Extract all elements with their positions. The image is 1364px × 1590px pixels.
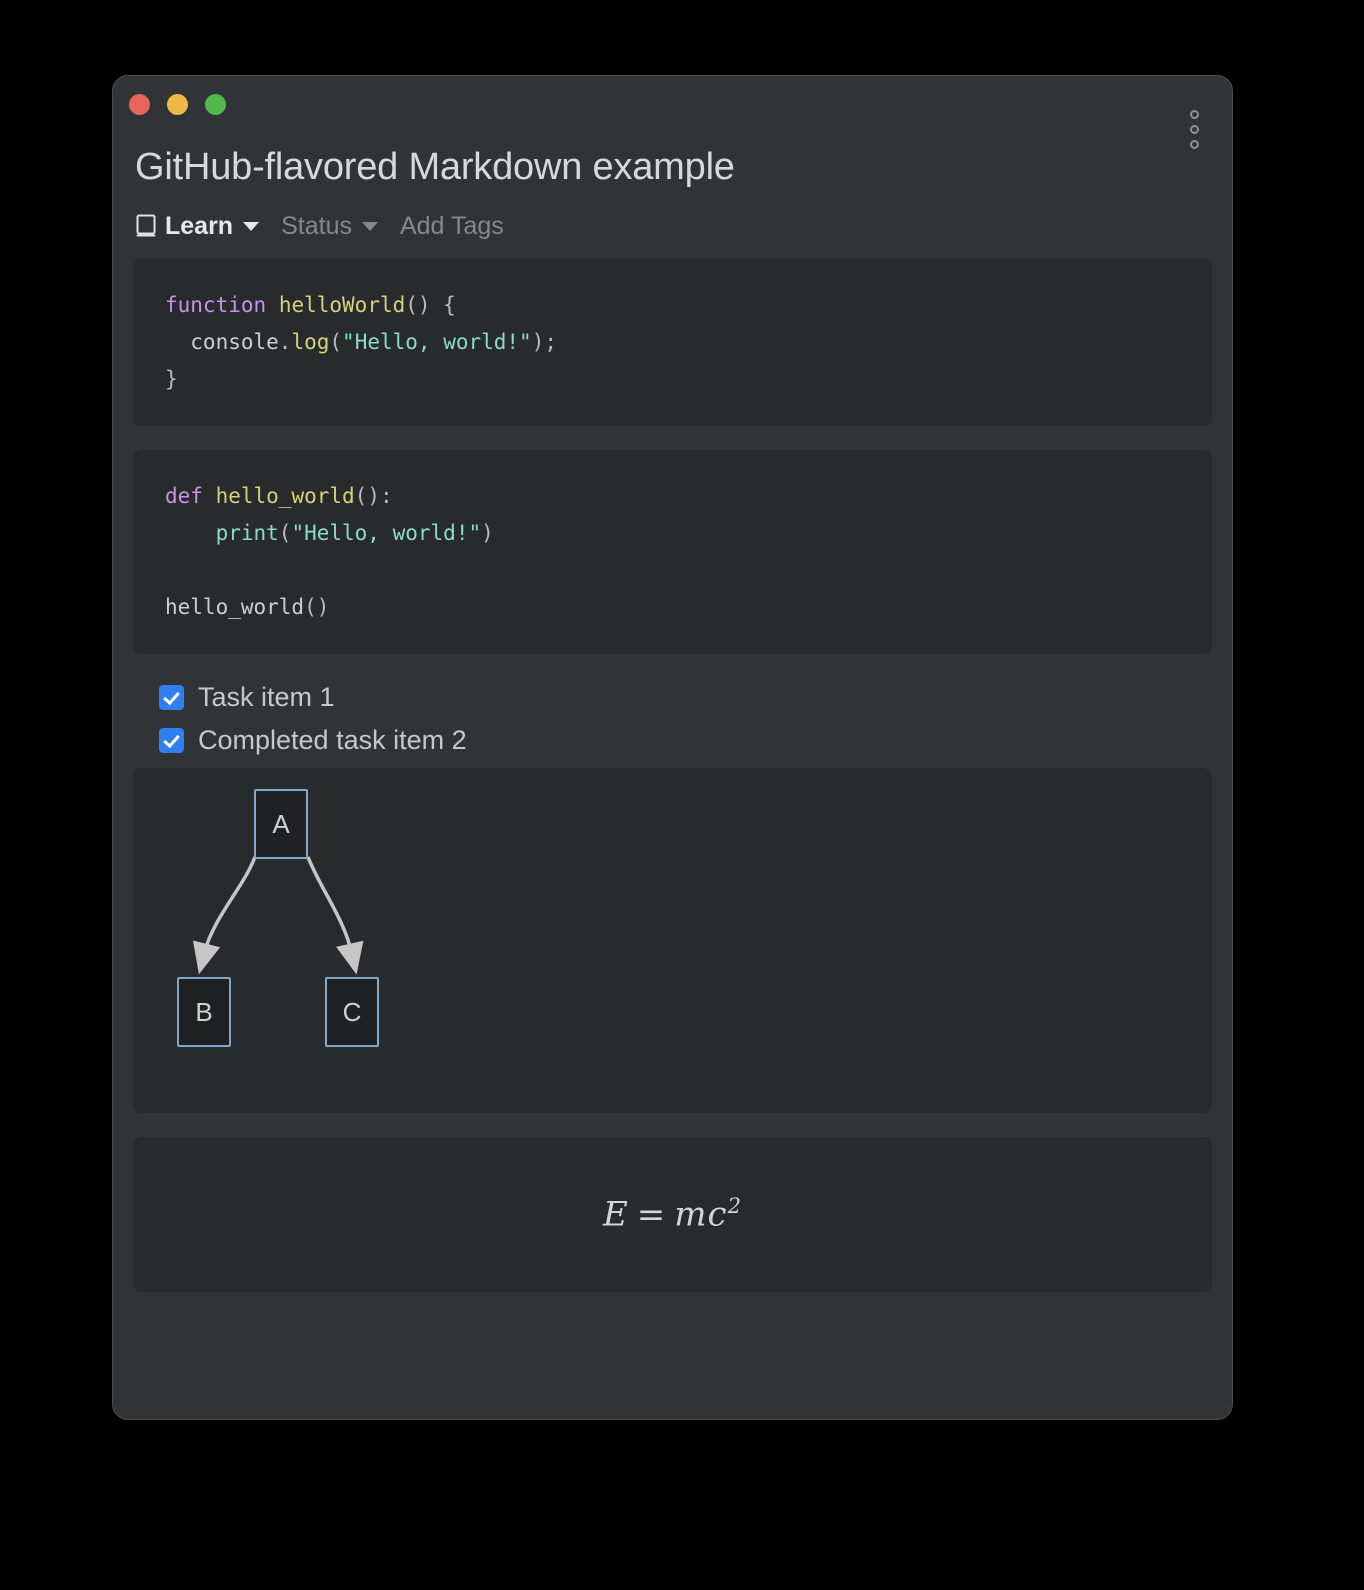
code-token: )	[481, 521, 494, 545]
code-token: helloWorld	[279, 293, 405, 317]
doc-toolbar: Learn Status Add Tags	[113, 192, 1232, 239]
math-block[interactable]: E=mc2	[133, 1137, 1212, 1292]
task-checkbox[interactable]	[159, 685, 184, 710]
code-token: hello_world	[216, 484, 355, 508]
code-block-python-content: def hello_world(): print("Hello, world!"…	[133, 450, 1212, 654]
task-label: Task item 1	[198, 684, 335, 711]
chevron-down-icon	[362, 222, 378, 231]
traffic-light-group	[129, 94, 226, 115]
math-base: E	[603, 1195, 629, 1235]
code-block-javascript[interactable]: function helloWorld() { console.log("Hel…	[133, 259, 1212, 426]
code-block-javascript-content: function helloWorld() { console.log("Hel…	[133, 259, 1212, 426]
window-titlebar	[113, 76, 1232, 138]
kebab-menu-icon[interactable]	[1190, 110, 1199, 149]
edge-a-to-c	[308, 857, 352, 954]
maximize-window-button[interactable]	[205, 94, 226, 115]
kebab-dot-3	[1190, 140, 1199, 149]
math-formula: E=mc2	[603, 1193, 742, 1234]
task-list: Task item 1 Completed task item 2	[133, 678, 1212, 768]
add-tags-button[interactable]: Add Tags	[400, 214, 504, 239]
minimize-window-button[interactable]	[167, 94, 188, 115]
kebab-dot-2	[1190, 125, 1199, 134]
diagram-node-b-label: B	[195, 997, 212, 1027]
notebook-selector-learn[interactable]: Learn	[135, 214, 259, 239]
code-token: print	[216, 521, 279, 545]
diagram-node-b[interactable]: B	[178, 978, 230, 1046]
app-window: GitHub-flavored Markdown example Learn S…	[112, 75, 1233, 1420]
code-token: "Hello, world!"	[342, 330, 532, 354]
code-token: def	[165, 484, 203, 508]
code-token: .	[279, 330, 292, 354]
code-token: (	[279, 521, 292, 545]
mermaid-diagram-svg: A B C	[133, 768, 1214, 1113]
kebab-dot-1	[1190, 110, 1199, 119]
chevron-down-icon	[243, 222, 259, 231]
code-token: hello_world	[165, 595, 304, 619]
code-token: }	[165, 367, 178, 391]
diagram-node-c-label: C	[343, 997, 362, 1027]
code-token: () {	[405, 293, 456, 317]
task-label: Completed task item 2	[198, 727, 467, 754]
code-token	[266, 293, 279, 317]
learn-label: Learn	[165, 214, 233, 239]
screen: GitHub-flavored Markdown example Learn S…	[0, 0, 1364, 1590]
mermaid-diagram-block[interactable]: A B C	[133, 768, 1212, 1113]
math-body: mc	[674, 1195, 727, 1235]
page-title: GitHub-flavored Markdown example	[113, 138, 1232, 192]
code-token: log	[291, 330, 329, 354]
task-list-item[interactable]: Task item 1	[159, 684, 1212, 711]
task-list-item[interactable]: Completed task item 2	[159, 727, 1212, 754]
code-token: );	[532, 330, 557, 354]
document-body: function helloWorld() { console.log("Hel…	[113, 239, 1232, 1292]
code-token	[203, 484, 216, 508]
book-icon	[135, 214, 157, 238]
code-token: function	[165, 293, 266, 317]
code-token: "Hello, world!"	[291, 521, 481, 545]
math-operator: =	[637, 1195, 667, 1235]
add-tags-label: Add Tags	[400, 214, 504, 239]
math-exponent: 2	[728, 1193, 742, 1218]
status-selector[interactable]: Status	[281, 214, 378, 239]
code-token: ()	[304, 595, 329, 619]
diagram-node-a[interactable]: A	[255, 790, 307, 858]
code-token: ():	[355, 484, 393, 508]
edge-a-to-b	[204, 857, 255, 954]
task-checkbox[interactable]	[159, 728, 184, 753]
code-token: (	[329, 330, 342, 354]
status-label: Status	[281, 214, 352, 239]
diagram-node-c[interactable]: C	[326, 978, 378, 1046]
code-token	[165, 521, 216, 545]
close-window-button[interactable]	[129, 94, 150, 115]
code-block-python[interactable]: def hello_world(): print("Hello, world!"…	[133, 450, 1212, 654]
code-token: console	[165, 330, 279, 354]
diagram-node-a-label: A	[272, 809, 290, 839]
